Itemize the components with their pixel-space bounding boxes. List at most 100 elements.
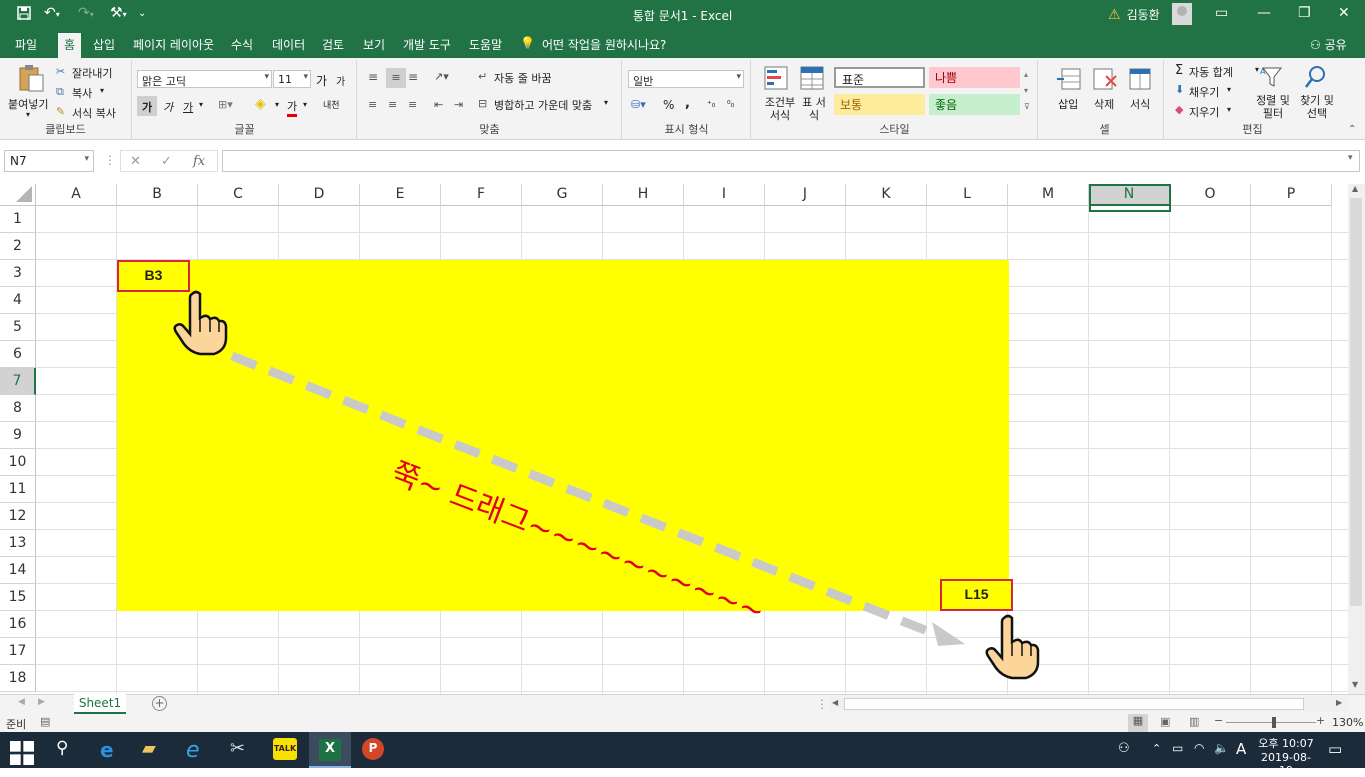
maximize-icon[interactable]: ❐ [1298,5,1311,21]
formula-input[interactable] [222,150,1360,172]
number-format-select[interactable]: 일반 [628,70,744,88]
windows-start-icon[interactable] [10,741,34,765]
row-header-11[interactable]: 11 [0,476,36,503]
font-size-select[interactable]: 11 [273,70,311,88]
vertical-scrollbar[interactable]: ▲ ▼ [1348,184,1365,694]
column-header-g[interactable]: G [522,184,603,206]
align-middle-icon[interactable]: ≡ [386,68,406,88]
conditional-formatting-button[interactable]: 조건부 서식 [760,66,796,126]
clock-time[interactable]: 오후 10:07 [1258,735,1314,751]
row-header-4[interactable]: 4 [0,287,36,314]
people-icon[interactable]: ⚇ [1118,741,1130,756]
sort-filter-button[interactable]: A 정렬 및 필터 [1253,64,1291,124]
column-header-l[interactable]: L [927,184,1008,206]
percent-button[interactable]: % [663,98,674,112]
tell-me-search[interactable]: 어떤 작업을 원하시나요? [542,36,666,53]
tab-home[interactable]: 홈 [58,33,82,59]
format-cells-button[interactable]: 서식 [1126,66,1158,126]
tab-insert[interactable]: 삽입 [93,36,115,53]
style-bad[interactable]: 나쁨 [929,67,1020,88]
wrap-text-button[interactable]: ↵ 자동 줄 바꿈 [478,70,568,88]
tab-page-layout[interactable]: 페이지 레이아웃 [133,36,214,53]
cancel-icon[interactable]: ✕ [130,154,141,169]
page-layout-view-icon[interactable]: ▣ [1160,715,1170,728]
style-good[interactable]: 좋음 [929,94,1020,115]
snipping-tool-icon[interactable]: ✂ [230,738,254,762]
volume-icon[interactable]: 🔈 [1214,741,1229,755]
style-neutral[interactable]: 보통 [834,94,925,115]
excel-taskbar-button[interactable]: X [309,732,351,768]
decrease-decimal-icon[interactable]: ⁰₀ [727,100,734,110]
prev-sheet-icon[interactable]: ◀ [18,697,25,707]
insert-function-icon[interactable]: fx [193,154,205,169]
align-right-icon[interactable]: ≡ [408,98,417,111]
column-header-m[interactable]: M [1008,184,1089,206]
increase-indent-icon[interactable]: ⇥ [454,98,463,111]
decrease-indent-icon[interactable]: ⇤ [434,98,443,111]
file-explorer-icon[interactable]: ▰ [142,738,166,762]
minimize-icon[interactable]: — [1257,5,1271,21]
align-center-icon[interactable]: ≡ [388,98,397,111]
fill-button[interactable]: ⬇ 채우기 ▾ [1175,83,1245,101]
underline-button[interactable]: 가 [183,99,193,115]
cut-button[interactable]: ✂ 잘라내기 [56,64,126,82]
row-header-18[interactable]: 18 [0,665,36,692]
row-header-12[interactable]: 12 [0,503,36,530]
font-color-button[interactable]: 가 [287,98,298,117]
column-header-i[interactable]: I [684,184,765,206]
column-header-h[interactable]: H [603,184,684,206]
column-header-j[interactable]: J [765,184,846,206]
row-header-10[interactable]: 10 [0,449,36,476]
row-header-2[interactable]: 2 [0,233,36,260]
name-box[interactable]: N7 [4,150,94,172]
row-header-8[interactable]: 8 [0,395,36,422]
zoom-slider-thumb[interactable] [1272,717,1276,728]
share-button[interactable]: ⚇ 공유 [1310,36,1347,53]
next-sheet-icon[interactable]: ▶ [38,697,45,707]
tray-expand-icon[interactable]: ⌃ [1152,742,1161,755]
clear-button[interactable]: ◆ 지우기 ▾ [1175,103,1245,121]
comma-button[interactable]: , [685,96,690,111]
internet-explorer-icon[interactable]: e [186,738,210,763]
row-header-5[interactable]: 5 [0,314,36,341]
column-header-b[interactable]: B [117,184,198,206]
fill-color-dropdown-icon[interactable]: ▾ [275,100,279,109]
paste-button[interactable]: 붙여넣기 ▾ [8,62,52,122]
align-bottom-icon[interactable]: ≡ [408,70,418,84]
scroll-down-icon[interactable]: ▼ [1352,680,1358,689]
styles-scroll-up-icon[interactable]: ▴ [1024,70,1028,79]
tab-view[interactable]: 보기 [363,36,385,53]
row-header-13[interactable]: 13 [0,530,36,557]
close-icon[interactable]: ✕ [1338,5,1350,21]
underline-dropdown-icon[interactable]: ▾ [199,100,203,109]
column-header-k[interactable]: K [846,184,927,206]
insert-cells-button[interactable]: 삽입 [1054,66,1086,126]
row-header-6[interactable]: 6 [0,341,36,368]
avatar[interactable] [1172,3,1192,25]
zoom-level[interactable]: 130% [1332,716,1363,729]
clock-date[interactable]: 2019-08-19 [1256,751,1316,777]
normal-view-icon[interactable]: ▦ [1128,714,1148,732]
borders-icon[interactable]: ⊞▾ [218,98,233,111]
add-sheet-icon[interactable]: + [152,696,167,711]
expand-formula-bar-icon[interactable]: ▾ [1348,153,1353,163]
scroll-right-icon[interactable]: ▶ [1336,698,1342,707]
row-header-7[interactable]: 7 [0,368,36,395]
vertical-scroll-thumb[interactable] [1350,198,1362,606]
scroll-up-icon[interactable]: ▲ [1352,184,1358,193]
row-header-16[interactable]: 16 [0,611,36,638]
copy-button[interactable]: ⧉ 복사 ▾ [56,84,126,102]
tab-help[interactable]: 도움말 [469,36,502,53]
search-icon[interactable]: ⚲ [56,738,80,762]
action-center-icon[interactable]: ▭ [1328,740,1342,758]
format-painter-button[interactable]: ✎ 서식 복사 [56,104,130,122]
scroll-left-icon[interactable]: ◀ [832,698,838,707]
autosum-button[interactable]: Σ 자동 합계 ▾ [1175,63,1261,81]
phonetic-button[interactable]: 내천 [323,98,340,111]
row-header-14[interactable]: 14 [0,557,36,584]
row-header-15[interactable]: 15 [0,584,36,611]
orientation-icon[interactable]: ↗▾ [434,70,449,83]
row-header-1[interactable]: 1 [0,206,36,233]
zoom-out-icon[interactable]: − [1214,714,1223,727]
horizontal-scroll-thumb[interactable] [844,698,1304,710]
